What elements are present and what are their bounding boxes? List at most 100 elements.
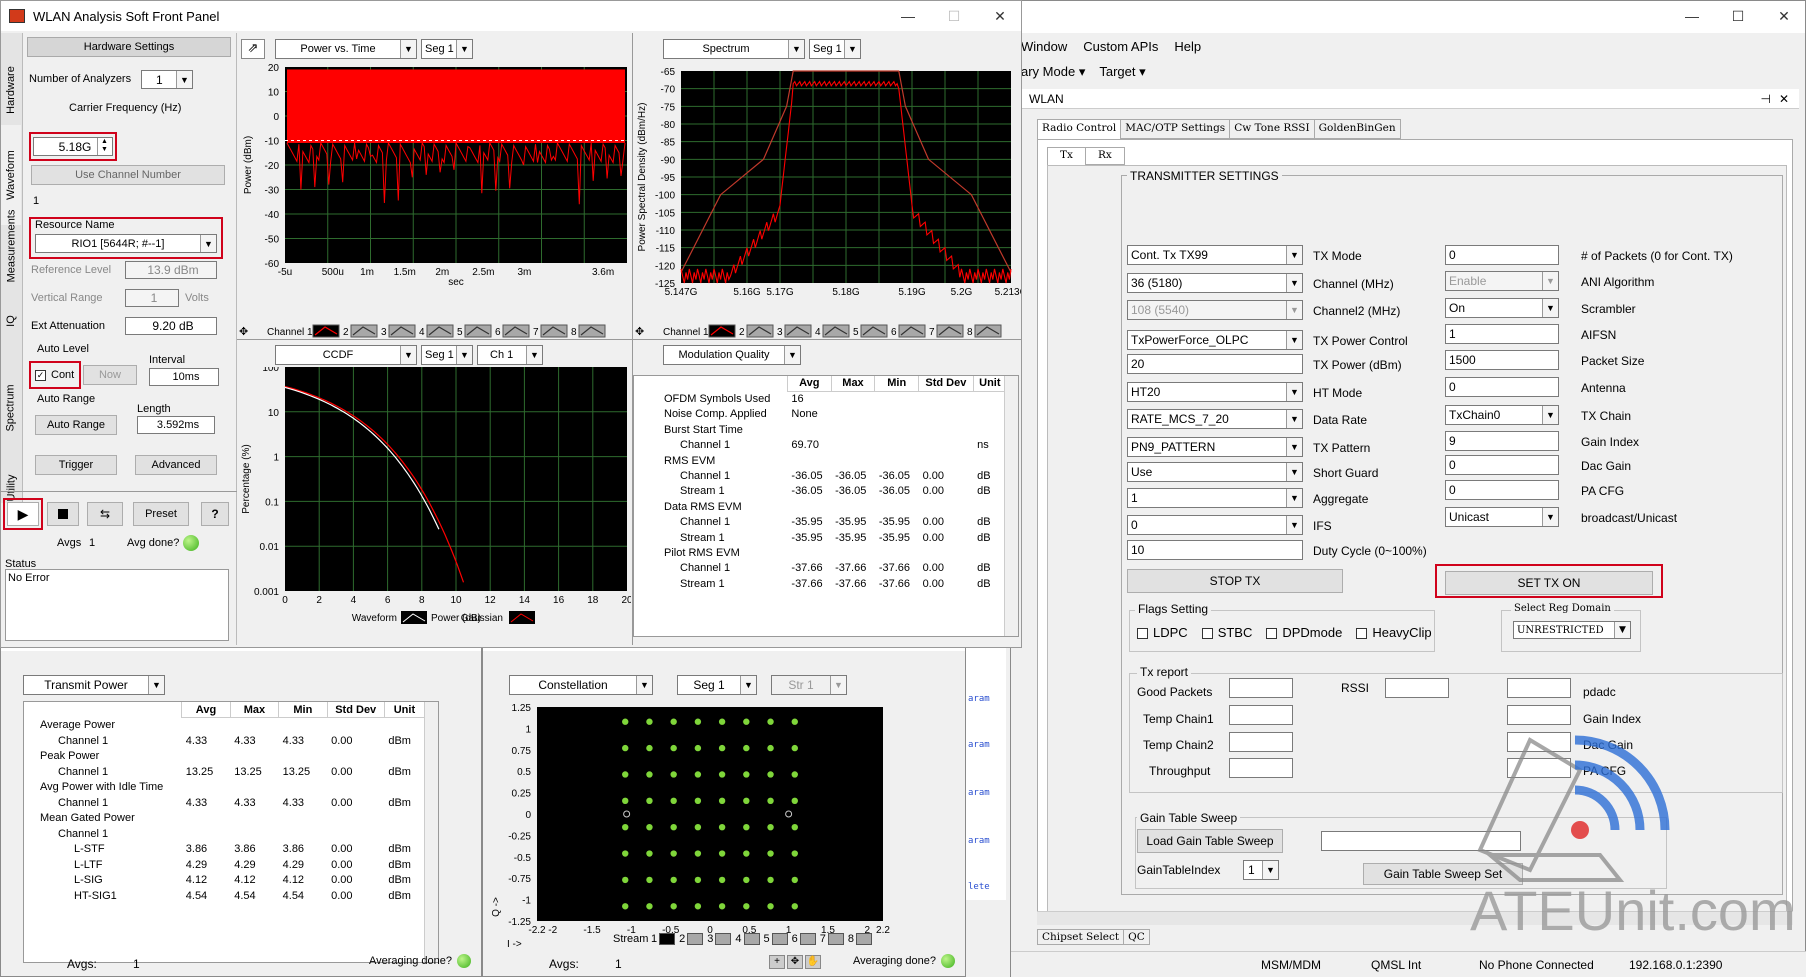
tx-field-8[interactable]: Use ▼: [1127, 462, 1303, 482]
table-row[interactable]: Channel 1 13.25 13.25 13.25 0.00 dBm: [24, 764, 424, 780]
table-row[interactable]: Average Power: [24, 718, 424, 734]
tab-qc[interactable]: QC: [1124, 929, 1150, 945]
tab-radio-control[interactable]: Radio Control: [1037, 119, 1122, 139]
table-row[interactable]: Channel 1 69.70 ns: [634, 438, 1006, 453]
graph-popout-icon[interactable]: ⇗: [241, 39, 265, 59]
table-row[interactable]: HT-SIG1 4.54 4.54 4.54 0.00 dBm: [24, 888, 424, 904]
gain-table-index-select[interactable]: 1 ▼: [1243, 860, 1279, 880]
mode-menu[interactable]: ary Mode ▾: [1021, 64, 1085, 80]
ldpc-checkbox[interactable]: LDPC: [1137, 625, 1188, 640]
use-channel-number-button[interactable]: Use Channel Number: [31, 165, 225, 185]
heavyclip-checkbox[interactable]: HeavyClip: [1356, 625, 1432, 640]
table-row[interactable]: RMS EVM: [634, 453, 1006, 468]
table-row[interactable]: Data RMS EVM: [634, 499, 1006, 514]
tx-field-9[interactable]: 1 ▼: [1127, 488, 1303, 508]
table-row[interactable]: OFDM Symbols Used 16: [634, 391, 1006, 406]
side-tab-measurements[interactable]: Measurements: [1, 191, 21, 301]
tx-right-field-9[interactable]: 0: [1445, 480, 1559, 500]
table-row[interactable]: Avg Power with Idle Time: [24, 780, 424, 796]
minimize-button[interactable]: —: [1669, 1, 1715, 31]
tx-right-field-10[interactable]: Unicast ▼: [1445, 507, 1559, 527]
interval-field[interactable]: 10ms: [149, 368, 219, 386]
stop-tx-button[interactable]: STOP TX: [1127, 569, 1343, 593]
zoom-icon[interactable]: +: [769, 955, 785, 969]
table-row[interactable]: Channel 1 4.33 4.33 4.33 0.00 dBm: [24, 733, 424, 749]
tx-field-2[interactable]: 108 (5540) ▼: [1127, 300, 1303, 320]
pin-icon[interactable]: ⊣: [1761, 92, 1771, 106]
menu-help[interactable]: Help: [1174, 39, 1201, 54]
stream-toggle-2[interactable]: 2: [679, 933, 704, 945]
tx-field-5[interactable]: HT20 ▼: [1127, 382, 1303, 402]
tab-mac-otp[interactable]: MAC/OTP Settings: [1121, 119, 1231, 139]
tx-right-field-1[interactable]: Enable ▼: [1445, 271, 1559, 291]
constellation-select[interactable]: Constellation ▼: [509, 675, 653, 695]
tx-right-field-8[interactable]: 0: [1445, 455, 1559, 475]
preset-button[interactable]: Preset: [133, 502, 189, 526]
table-row[interactable]: Channel 1: [24, 826, 424, 842]
target-menu[interactable]: Target ▾: [1099, 64, 1145, 80]
tx-field-6[interactable]: RATE_MCS_7_20 ▼: [1127, 409, 1303, 429]
hand-icon[interactable]: ✋: [805, 955, 821, 969]
minimize-button[interactable]: —: [885, 1, 931, 31]
modq-scrollbar[interactable]: [1004, 376, 1018, 636]
stop-button[interactable]: [47, 502, 79, 526]
auto-range-button[interactable]: Auto Range: [35, 415, 117, 435]
load-gain-table-sweep-button[interactable]: Load Gain Table Sweep: [1137, 829, 1283, 853]
stream-toggle-7[interactable]: 7: [820, 933, 844, 945]
help-button[interactable]: ?: [201, 502, 229, 526]
tx-field-4[interactable]: 20: [1127, 354, 1303, 374]
side-tab-spectrum[interactable]: Spectrum: [1, 353, 21, 463]
subtab-rx[interactable]: Rx: [1085, 147, 1125, 165]
transmit-power-select[interactable]: Transmit Power ▼: [23, 675, 165, 695]
table-row[interactable]: Peak Power: [24, 749, 424, 765]
advanced-button[interactable]: Advanced: [135, 455, 217, 475]
now-button[interactable]: Now: [83, 365, 137, 385]
loop-button[interactable]: ⇆: [87, 502, 123, 526]
menu-window[interactable]: Window: [1021, 39, 1067, 54]
num-analyzers-select[interactable]: 1 ▼: [141, 70, 193, 89]
trigger-button[interactable]: Trigger: [35, 455, 117, 475]
tx-right-field-7[interactable]: 9: [1445, 431, 1559, 451]
ccdf-seg-select[interactable]: Seg 1 ▼: [421, 345, 473, 365]
table-row[interactable]: Mean Gated Power: [24, 811, 424, 827]
tx-field-0[interactable]: Cont. Tx TX99 ▼: [1127, 245, 1303, 265]
tx-right-field-2[interactable]: On ▼: [1445, 298, 1559, 318]
table-row[interactable]: L-LTF 4.29 4.29 4.29 0.00 dBm: [24, 857, 424, 873]
table-row[interactable]: Channel 1 4.33 4.33 4.33 0.00 dBm: [24, 795, 424, 811]
tx-field-7[interactable]: PN9_PATTERN ▼: [1127, 437, 1303, 457]
tab-cw-tone[interactable]: Cw Tone RSSI: [1230, 119, 1315, 139]
table-row[interactable]: Channel 1 -36.05 -36.05 -36.05 0.00 dB: [634, 468, 1006, 483]
panel-close-icon[interactable]: ✕: [1779, 92, 1789, 106]
stream-toggle-3[interactable]: 3: [707, 933, 732, 945]
tx-right-field-6[interactable]: TxChain0 ▼: [1445, 405, 1559, 425]
maximize-button[interactable]: ☐: [1715, 1, 1761, 31]
table-row[interactable]: Noise Comp. Applied None: [634, 407, 1006, 422]
tx-right-field-0[interactable]: 0: [1445, 245, 1559, 265]
modq-select[interactable]: Modulation Quality ▼: [663, 345, 801, 365]
table-row[interactable]: Pilot RMS EVM: [634, 545, 1006, 560]
stream-toggle-1[interactable]: 1: [651, 933, 676, 945]
const-seg-select[interactable]: Seg 1 ▼: [677, 675, 757, 695]
spectrum-seg-select[interactable]: Seg 1 ▼: [809, 39, 861, 59]
txp-scrollbar[interactable]: [424, 702, 438, 962]
stbc-checkbox[interactable]: STBC: [1201, 625, 1252, 640]
close-button[interactable]: ✕: [977, 1, 1023, 31]
stream-toggle-5[interactable]: 5: [764, 933, 788, 945]
pvt-seg-select[interactable]: Seg 1 ▼: [421, 39, 473, 59]
subtab-tx[interactable]: Tx: [1047, 147, 1086, 165]
table-row[interactable]: L-SIG 4.12 4.12 4.12 0.00 dBm: [24, 873, 424, 889]
close-button[interactable]: ✕: [1761, 1, 1806, 31]
table-row[interactable]: Stream 1 -36.05 -36.05 -36.05 0.00 dB: [634, 484, 1006, 499]
tx-right-field-3[interactable]: 1: [1445, 324, 1559, 344]
tab-goldenbingen[interactable]: GoldenBinGen: [1314, 119, 1401, 139]
table-row[interactable]: L-STF 3.86 3.86 3.86 0.00 dBm: [24, 842, 424, 858]
tx-field-3[interactable]: TxPowerForce_OLPC ▼: [1127, 330, 1303, 350]
zoom-tools[interactable]: + ✥ ✋: [769, 955, 821, 969]
ccdf-ch-select[interactable]: Ch 1 ▼: [477, 345, 543, 365]
stream-toggle-8[interactable]: 8: [848, 933, 872, 945]
side-tab-hardware[interactable]: Hardware: [1, 55, 21, 125]
spectrum-select[interactable]: Spectrum ▼: [663, 39, 805, 59]
side-tab-iq[interactable]: IQ: [1, 299, 21, 343]
dpdmode-checkbox[interactable]: DPDmode: [1266, 625, 1342, 640]
channel-number-field[interactable]: 1: [33, 195, 39, 207]
